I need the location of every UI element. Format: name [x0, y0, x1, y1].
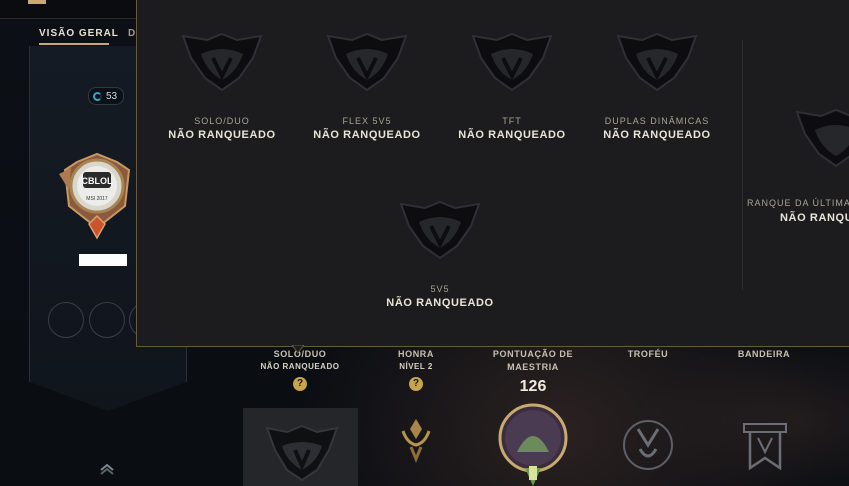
queue-rank: NÃO RANQUEADO	[313, 129, 421, 141]
help-icon[interactable]: ?	[409, 377, 423, 391]
queue-5v5[interactable]: 5V5 NÃO RANQUEADO	[370, 198, 510, 309]
ranked-emblem-icon	[471, 32, 553, 92]
ranked-emblem-icon	[795, 108, 849, 168]
stat-banner-title: BANDEIRA	[737, 349, 791, 359]
tab-overview[interactable]: VISÃO GERAL	[39, 28, 119, 39]
stat-trophy[interactable]: TROFÉU	[613, 348, 683, 361]
queue-tft[interactable]: TFT NÃO RANQUEADO	[442, 30, 582, 141]
queue-rank: NÃO RANQU	[780, 212, 849, 224]
stat-trophy-title: TROFÉU	[627, 349, 669, 359]
queue-name: TFT	[502, 116, 522, 126]
queue-solo-duo[interactable]: SOLO/DUO NÃO RANQUEADO	[152, 30, 292, 141]
stat-mastery-title-2: MAESTRIA	[507, 362, 559, 372]
popup-pointer-icon	[292, 345, 304, 354]
champion-mastery-icon[interactable]	[497, 402, 569, 486]
summoner-name-redacted	[79, 254, 127, 266]
queue-last-season[interactable]: RANQUE DA ÚLTIMA NÃO RANQU	[747, 106, 849, 236]
summoner-crest[interactable]: CBLOL MSI 2017	[55, 150, 139, 240]
queue-name: 5V5	[430, 284, 450, 294]
popup-divider	[742, 40, 743, 290]
queue-flex[interactable]: FLEX 5V5 NÃO RANQUEADO	[297, 30, 437, 141]
solo-duo-emblem-panel[interactable]	[243, 408, 358, 486]
queue-name: DUPLAS DINÂMICAS	[604, 116, 710, 126]
stat-honor-title: HONRA	[398, 349, 434, 359]
stat-solo-sub: NÃO RANQUEADO	[260, 362, 340, 371]
logo-icon	[28, 0, 46, 4]
active-tab-indicator	[39, 43, 109, 45]
ranked-emblem-icon	[399, 200, 481, 260]
queue-name: SOLO/DUO	[194, 116, 250, 126]
crest-text: CBLOL	[82, 176, 113, 186]
tab-next[interactable]: D	[128, 28, 136, 39]
mastery-ring-icon	[93, 91, 102, 101]
queue-rank: NÃO RANQUEADO	[458, 129, 566, 141]
banner-icon[interactable]	[738, 418, 792, 478]
stat-banner[interactable]: BANDEIRA	[729, 348, 799, 361]
mastery-count: 53	[106, 90, 118, 102]
ranked-emblem-icon	[616, 32, 698, 92]
ranked-emblem-icon	[181, 32, 263, 92]
ranked-emblem-icon	[326, 32, 408, 92]
crest-sub: MSI 2017	[86, 196, 108, 202]
stat-honor-sub: NÍVEL 2	[399, 362, 433, 371]
mastery-score: 126	[519, 378, 547, 395]
stat-honor[interactable]: HONRA NÍVEL 2 ?	[381, 348, 451, 391]
queue-name: FLEX 5V5	[342, 116, 392, 126]
queue-rank: NÃO RANQUEADO	[386, 297, 494, 309]
help-icon[interactable]: ?	[293, 377, 307, 391]
trophy-icon[interactable]	[620, 415, 676, 475]
badge-slot-2[interactable]	[89, 302, 125, 338]
queue-rank: NÃO RANQUEADO	[603, 129, 711, 141]
ranked-queues-popup: SOLO/DUO NÃO RANQUEADO FLEX 5V5 NÃO RANQ…	[136, 0, 849, 347]
mastery-count-badge[interactable]: 53	[88, 87, 125, 105]
queue-double-up[interactable]: DUPLAS DINÂMICAS NÃO RANQUEADO	[587, 30, 727, 141]
chevron-up-icon[interactable]	[99, 463, 115, 475]
queue-rank: NÃO RANQUEADO	[168, 129, 276, 141]
stat-mastery-title-1: PONTUAÇÃO DE	[492, 349, 574, 359]
honor-icon[interactable]	[397, 415, 435, 463]
queue-name: RANQUE DA ÚLTIMA	[747, 198, 849, 208]
stat-mastery[interactable]: PONTUAÇÃO DE MAESTRIA 126	[485, 348, 581, 396]
badge-slot-1[interactable]	[48, 302, 84, 338]
ranked-emblem-icon	[265, 424, 339, 482]
